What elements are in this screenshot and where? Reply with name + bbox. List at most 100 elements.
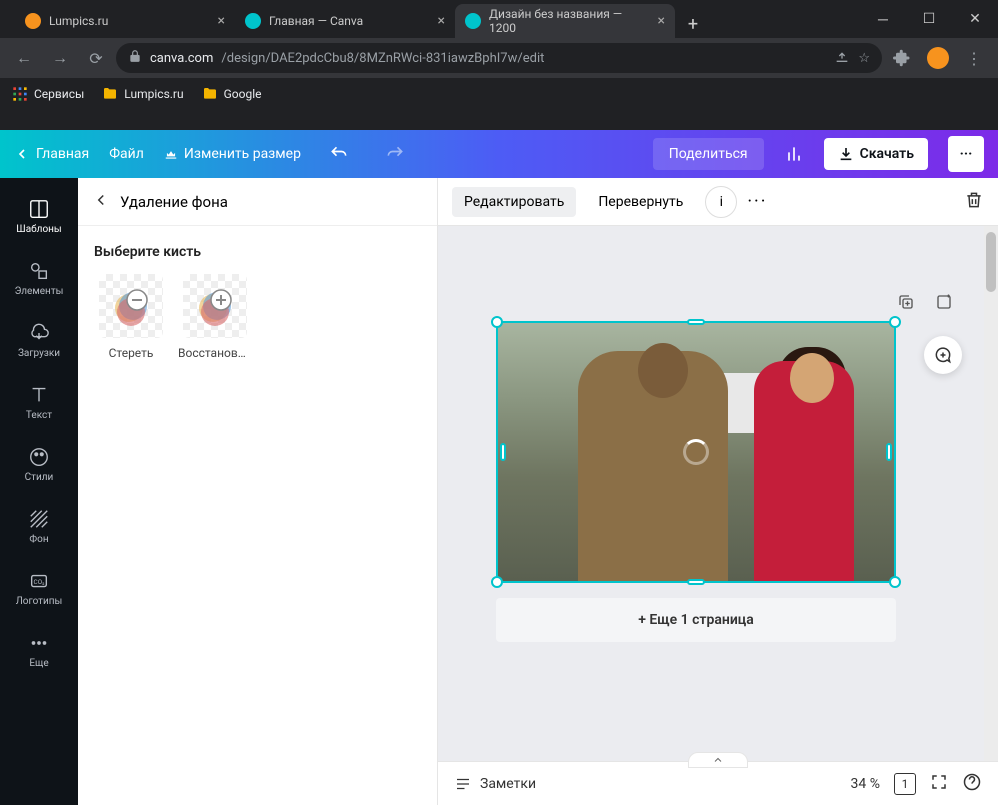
zoom-level[interactable]: 34 % [851, 776, 880, 792]
footer-bar: Заметки 34 % 1 [438, 761, 998, 805]
share-label: Поделиться [669, 146, 748, 162]
resize-handle-r[interactable] [886, 443, 892, 461]
add-page-button[interactable] [930, 288, 958, 316]
window-close[interactable]: ✕ [952, 0, 998, 38]
help-button[interactable] [962, 772, 982, 796]
browser-menu-icon[interactable]: ⋮ [958, 42, 990, 74]
resize-menu[interactable]: Изменить размер [164, 146, 301, 162]
add-page-bar[interactable]: + Еще 1 страница [496, 598, 896, 642]
rail-label: Фон [29, 534, 48, 545]
bookmark-apps[interactable]: Сервисы [12, 86, 84, 102]
back-button[interactable] [92, 191, 110, 213]
delete-button[interactable] [964, 190, 984, 214]
undo-button[interactable] [321, 136, 357, 172]
browser-tab[interactable]: Главная — Canva × [235, 4, 455, 38]
file-menu[interactable]: Файл [109, 146, 144, 162]
rail-label: Элементы [15, 286, 64, 297]
fullscreen-icon [930, 773, 948, 791]
rail-uploads[interactable]: Загрузки [0, 310, 78, 370]
rail-elements[interactable]: Элементы [0, 248, 78, 308]
flip-button[interactable]: Перевернуть [586, 187, 695, 217]
browser-tab-active[interactable]: Дизайн без названия — 1200 × [455, 4, 675, 38]
page-actions [892, 288, 958, 316]
address-bar[interactable]: canva.com/design/DAE2pdcCbu8/8MZnRWci-83… [116, 43, 882, 73]
profile-avatar[interactable] [922, 42, 954, 74]
rail-label: Загрузки [18, 348, 60, 359]
share-button[interactable]: Поделиться [653, 138, 764, 170]
home-link[interactable]: Главная [14, 146, 89, 162]
chevron-up-icon [712, 754, 724, 766]
duplicate-icon [897, 293, 915, 311]
rail-templates[interactable]: Шаблоны [0, 186, 78, 246]
notes-button[interactable]: Заметки [454, 775, 536, 793]
fullscreen-button[interactable] [930, 773, 948, 795]
panel-title: Удаление фона [120, 193, 228, 211]
reload-button[interactable]: ⟳ [80, 42, 112, 74]
home-label: Главная [36, 146, 89, 162]
edit-button[interactable]: Редактировать [452, 187, 576, 217]
more-button[interactable]: ··· [747, 191, 767, 212]
download-icon [838, 146, 854, 162]
window-minimize[interactable]: ─ [860, 0, 906, 38]
trash-icon [964, 190, 984, 210]
duplicate-page-button[interactable] [892, 288, 920, 316]
file-label: Файл [109, 146, 144, 162]
brush-thumb [99, 274, 163, 338]
back-button[interactable]: ← [8, 42, 40, 74]
download-button[interactable]: Скачать [824, 138, 928, 170]
browser-chrome: ─ ☐ ✕ Lumpics.ru × Главная — Canva × Диз… [0, 0, 998, 130]
expand-footer[interactable] [688, 752, 748, 768]
chart-icon [784, 144, 804, 164]
extensions-icon[interactable] [886, 42, 918, 74]
side-rail: Шаблоны Элементы Загрузки Текст Стили Фо… [0, 178, 78, 805]
share-icon[interactable] [834, 48, 850, 68]
rail-text[interactable]: Текст [0, 372, 78, 432]
brush-erase[interactable]: Стереть [94, 274, 168, 360]
canvas-body[interactable]: + Еще 1 страница [438, 226, 998, 761]
add-page-label: + Еще 1 страница [638, 612, 754, 628]
minus-circle-icon [111, 286, 151, 326]
forward-button[interactable]: → [44, 42, 76, 74]
brush-restore[interactable]: Восстанови... [178, 274, 252, 360]
browser-tab[interactable]: Lumpics.ru × [15, 4, 235, 38]
resize-handle-tr[interactable] [889, 316, 901, 328]
browser-tabs: Lumpics.ru × Главная — Canva × Дизайн бе… [0, 0, 998, 38]
palette-icon [28, 446, 50, 468]
bookmark-folder[interactable]: Google [202, 86, 262, 102]
rail-more[interactable]: Еще [0, 620, 78, 680]
resize-handle-l[interactable] [500, 443, 506, 461]
tab-favicon [25, 13, 41, 29]
resize-handle-bl[interactable] [491, 576, 503, 588]
chevron-left-icon [14, 146, 30, 162]
close-icon[interactable]: × [218, 13, 225, 29]
resize-handle-b[interactable] [687, 579, 705, 585]
resize-handle-br[interactable] [889, 576, 901, 588]
canva-header: Главная Файл Изменить размер Поделиться … [0, 130, 998, 178]
header-more-button[interactable]: ··· [948, 136, 984, 172]
download-label: Скачать [860, 146, 914, 162]
scrollbar-thumb[interactable] [986, 232, 996, 292]
resize-handle-tl[interactable] [491, 316, 503, 328]
rail-background[interactable]: Фон [0, 496, 78, 556]
rail-logos[interactable]: CO₂ Логотипы [0, 558, 78, 618]
notes-label: Заметки [480, 776, 536, 792]
rail-label: Еще [29, 658, 48, 669]
canvas-area: Редактировать Перевернуть i ··· [438, 178, 998, 805]
selected-image[interactable] [496, 321, 896, 583]
analytics-button[interactable] [784, 144, 804, 164]
rail-styles[interactable]: Стили [0, 434, 78, 494]
comment-button[interactable] [924, 336, 962, 374]
star-icon[interactable]: ☆ [858, 51, 870, 66]
close-icon[interactable]: × [658, 13, 665, 29]
redo-button[interactable] [377, 136, 413, 172]
window-maximize[interactable]: ☐ [906, 0, 952, 38]
close-icon[interactable]: × [438, 13, 445, 29]
scrollbar[interactable] [984, 226, 998, 761]
resize-handle-t[interactable] [687, 319, 705, 325]
bookmark-folder[interactable]: Lumpics.ru [102, 86, 183, 102]
flip-label: Перевернуть [598, 194, 683, 210]
brush-label: Стереть [94, 346, 168, 360]
info-button[interactable]: i [705, 186, 737, 218]
page-indicator[interactable]: 1 [894, 773, 916, 795]
new-tab-button[interactable]: + [679, 10, 707, 38]
